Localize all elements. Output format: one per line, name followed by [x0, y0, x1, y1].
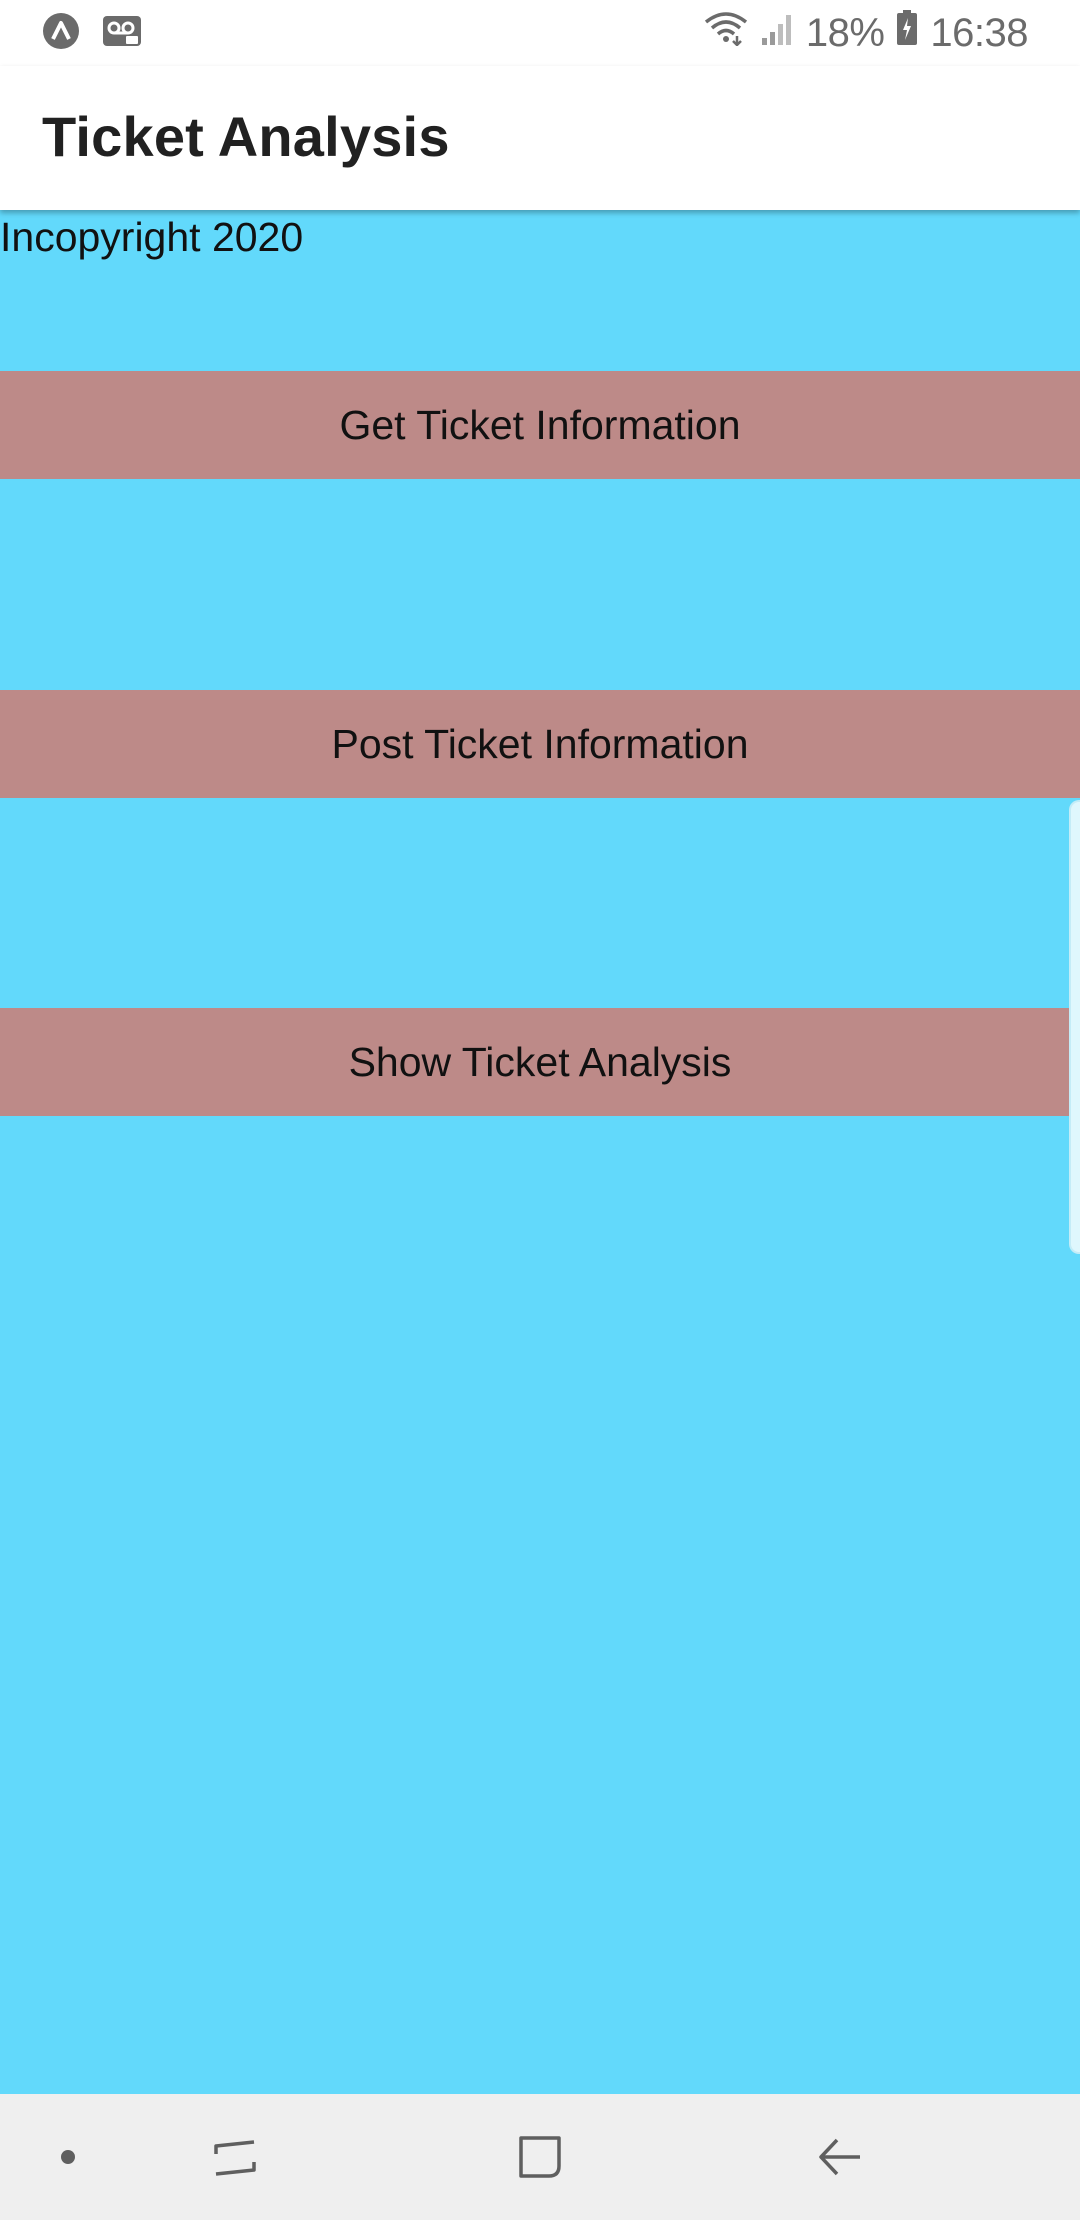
voicemail-icon	[102, 15, 142, 52]
battery-percentage: 18%	[805, 10, 885, 55]
app-notification-icon	[42, 12, 80, 55]
status-bar: 18% 16:38	[0, 0, 1080, 66]
app-bar: Ticket Analysis	[0, 66, 1080, 210]
show-ticket-analysis-button[interactable]: Show Ticket Analysis	[0, 1008, 1080, 1116]
wifi-icon	[704, 10, 748, 56]
recent-apps-icon[interactable]	[200, 2094, 270, 2220]
edge-panel-handle[interactable]	[1069, 800, 1080, 1254]
main-content: Incopyright 2020 Get Ticket Information …	[0, 210, 1080, 2094]
status-left	[42, 12, 142, 55]
nav-dot-icon[interactable]	[48, 2094, 88, 2220]
home-icon[interactable]	[505, 2094, 575, 2220]
copyright-text: Incopyright 2020	[0, 214, 304, 260]
page-title: Ticket Analysis	[42, 105, 450, 168]
signal-icon	[760, 11, 794, 56]
post-ticket-information-button[interactable]: Post Ticket Information	[0, 690, 1080, 798]
back-icon[interactable]	[805, 2094, 875, 2220]
get-ticket-information-button[interactable]: Get Ticket Information	[0, 371, 1080, 479]
battery-icon	[896, 10, 918, 56]
navigation-bar	[0, 2094, 1080, 2220]
clock: 16:38	[930, 10, 1028, 55]
status-right: 18% 16:38	[704, 0, 1028, 66]
